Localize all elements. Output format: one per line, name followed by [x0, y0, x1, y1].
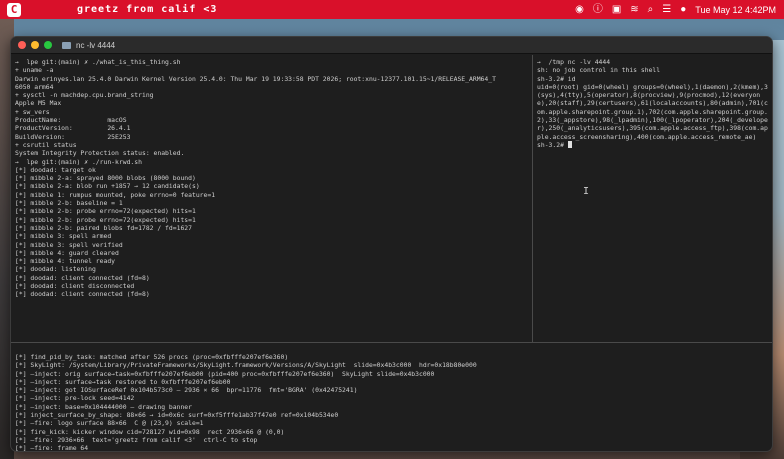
terminal-line: uid=0(root) gid=0(wheel) groups=0(wheel)…	[537, 82, 768, 141]
info-icon[interactable]: ⓘ	[593, 0, 603, 19]
terminal-pane-bottom[interactable]: [*] find_pid_by_task: matched after 526 …	[11, 343, 772, 452]
minimize-window-button[interactable]	[31, 41, 39, 49]
control-center-icon[interactable]: ☰	[662, 0, 671, 19]
terminal-line: [*] —inject: surface→task restored to 0x…	[15, 377, 231, 386]
terminal-line: sh-3.2# id	[537, 74, 576, 83]
terminal-line: + sw_vers	[15, 107, 50, 116]
terminal-line: [*] fire_kick: kicker window cid=728127 …	[15, 427, 285, 436]
terminal-line: ProductName: macOS	[15, 116, 127, 125]
terminal-line: System Integrity Protection status: enab…	[15, 149, 185, 158]
camera-icon[interactable]: ▣	[612, 0, 621, 19]
terminal-line: [*] doodad: client connected (fd=8)	[15, 290, 150, 299]
terminal-line: [*] mibble 4: tunnel ready	[15, 257, 116, 266]
terminal-line: [*] mibble 2-b: baseline = 1	[15, 199, 123, 208]
terminal-line: [*] —inject: pre-lock seed=4142	[15, 394, 135, 403]
terminal-line: [*] doodad: target ok	[15, 165, 96, 174]
terminal-line: → /tmp nc -lv 4444	[537, 58, 611, 66]
terminal-line: [*] mibble 2-a: blob run +1857 → 12 cand…	[15, 182, 200, 191]
terminal-line: + sysctl -n machdep.cpu.brand_string	[15, 91, 154, 100]
terminal-line: Apple M5 Max	[15, 99, 62, 108]
terminal-line: + uname -a	[15, 66, 54, 75]
terminal-line: BuildVersion: 25E253	[15, 132, 131, 141]
terminal-line: [*] mibble 2-b: probe errno=72(expected)…	[15, 207, 196, 216]
terminal-line: [*] mibble 3: spell verified	[15, 240, 123, 249]
menu-bar-clock[interactable]: Tue May 12 4:42PM	[695, 5, 776, 15]
folder-icon	[62, 41, 71, 49]
terminal-window: nc -lv 4444 → lpe git:(main) ✗ ./what_is…	[10, 36, 773, 452]
terminal-line: [*] mibble 2-b: paired blobs fd=1782 / f…	[15, 223, 192, 232]
zoom-window-button[interactable]	[44, 41, 52, 49]
terminal-line: ProductVersion: 26.4.1	[15, 124, 131, 133]
wifi-icon[interactable]: ≋	[630, 0, 638, 19]
ibeam-cursor-icon: I	[583, 186, 590, 197]
terminal-line: → lpe git:(main) ✗ ./what_is_this_thing.…	[15, 58, 181, 66]
terminal-line: [*] doodad: listening	[15, 265, 96, 274]
terminal-cursor	[567, 140, 572, 148]
app-logo-icon[interactable]: C	[7, 2, 21, 17]
terminal-line: [*] mibble 3: spell armed	[15, 232, 112, 241]
record-icon[interactable]: ◉	[575, 0, 584, 19]
terminal-line: + csrutil status	[15, 140, 77, 149]
terminal-pane-left[interactable]: → lpe git:(main) ✗ ./what_is_this_thing.…	[11, 55, 532, 342]
terminal-line: [*] mibble 1: rumpus mounted, poke errno…	[15, 190, 216, 199]
terminal-line: [*] —inject: base=0x104444000 — drawing …	[15, 402, 192, 411]
terminal-line: [*] —fire: frame 64	[15, 444, 89, 452]
terminal-line: [*] mibble 4: guard cleared	[15, 248, 119, 257]
terminal-line: [*] —fire: 2936×66 text='greetz from cal…	[15, 435, 258, 444]
close-window-button[interactable]	[18, 41, 26, 49]
terminal-line: sh: no job control in this shell	[537, 66, 661, 75]
search-icon[interactable]: ⌕	[648, 0, 654, 19]
menu-bar-banner: greetz from calif <3	[77, 4, 218, 15]
terminal-line: [*] —inject: orig surface→task=0xfbfffe2…	[15, 369, 435, 378]
terminal-line: [*] mibble 2-a: sprayed 8000 blobs (8000…	[15, 174, 196, 183]
user-icon[interactable]: ●	[680, 0, 686, 19]
terminal-line: [*] mibble 2-b: probe errno=72(expected)…	[15, 215, 196, 224]
terminal-line: 6050 arm64	[15, 82, 54, 91]
terminal-line: [*] doodad: client connected (fd=8)	[15, 273, 150, 282]
terminal-line: [*] —fire: logo surface 88×66 C @ (23,9)…	[15, 419, 204, 428]
terminal-line: [*] find_pid_by_task: matched after 526 …	[15, 353, 289, 361]
menu-bar: C greetz from calif <3 ◉ ⓘ ▣ ≋ ⌕ ☰ ● Tue…	[0, 0, 784, 19]
terminal-line: [*] inject_surface_by_shape: 88×66 → id=…	[15, 411, 339, 420]
terminal-line: sh-3.2#	[537, 140, 770, 149]
terminal-line: → lpe git:(main) ✗ ./run-krwd.sh	[15, 157, 142, 166]
terminal-pane-right[interactable]: → /tmp nc -lv 4444 sh: no job control in …	[533, 55, 772, 342]
window-title: nc -lv 4444	[76, 40, 116, 50]
terminal-line: [*] doodad: client disconnected	[15, 282, 135, 291]
terminal-line: [*] SkyLight: /System/Library/PrivateFra…	[15, 361, 477, 370]
window-controls	[18, 41, 52, 49]
terminal-line: [*] —inject: got IOSurfaceRef 0x104b573c…	[15, 386, 358, 395]
menu-bar-status-area: ◉ ⓘ ▣ ≋ ⌕ ☰ ● Tue May 12 4:42PM	[575, 0, 776, 19]
terminal-line: Darwin erinyes.lan 25.4.0 Darwin Kernel …	[15, 74, 496, 83]
window-titlebar[interactable]: nc -lv 4444	[11, 37, 772, 54]
